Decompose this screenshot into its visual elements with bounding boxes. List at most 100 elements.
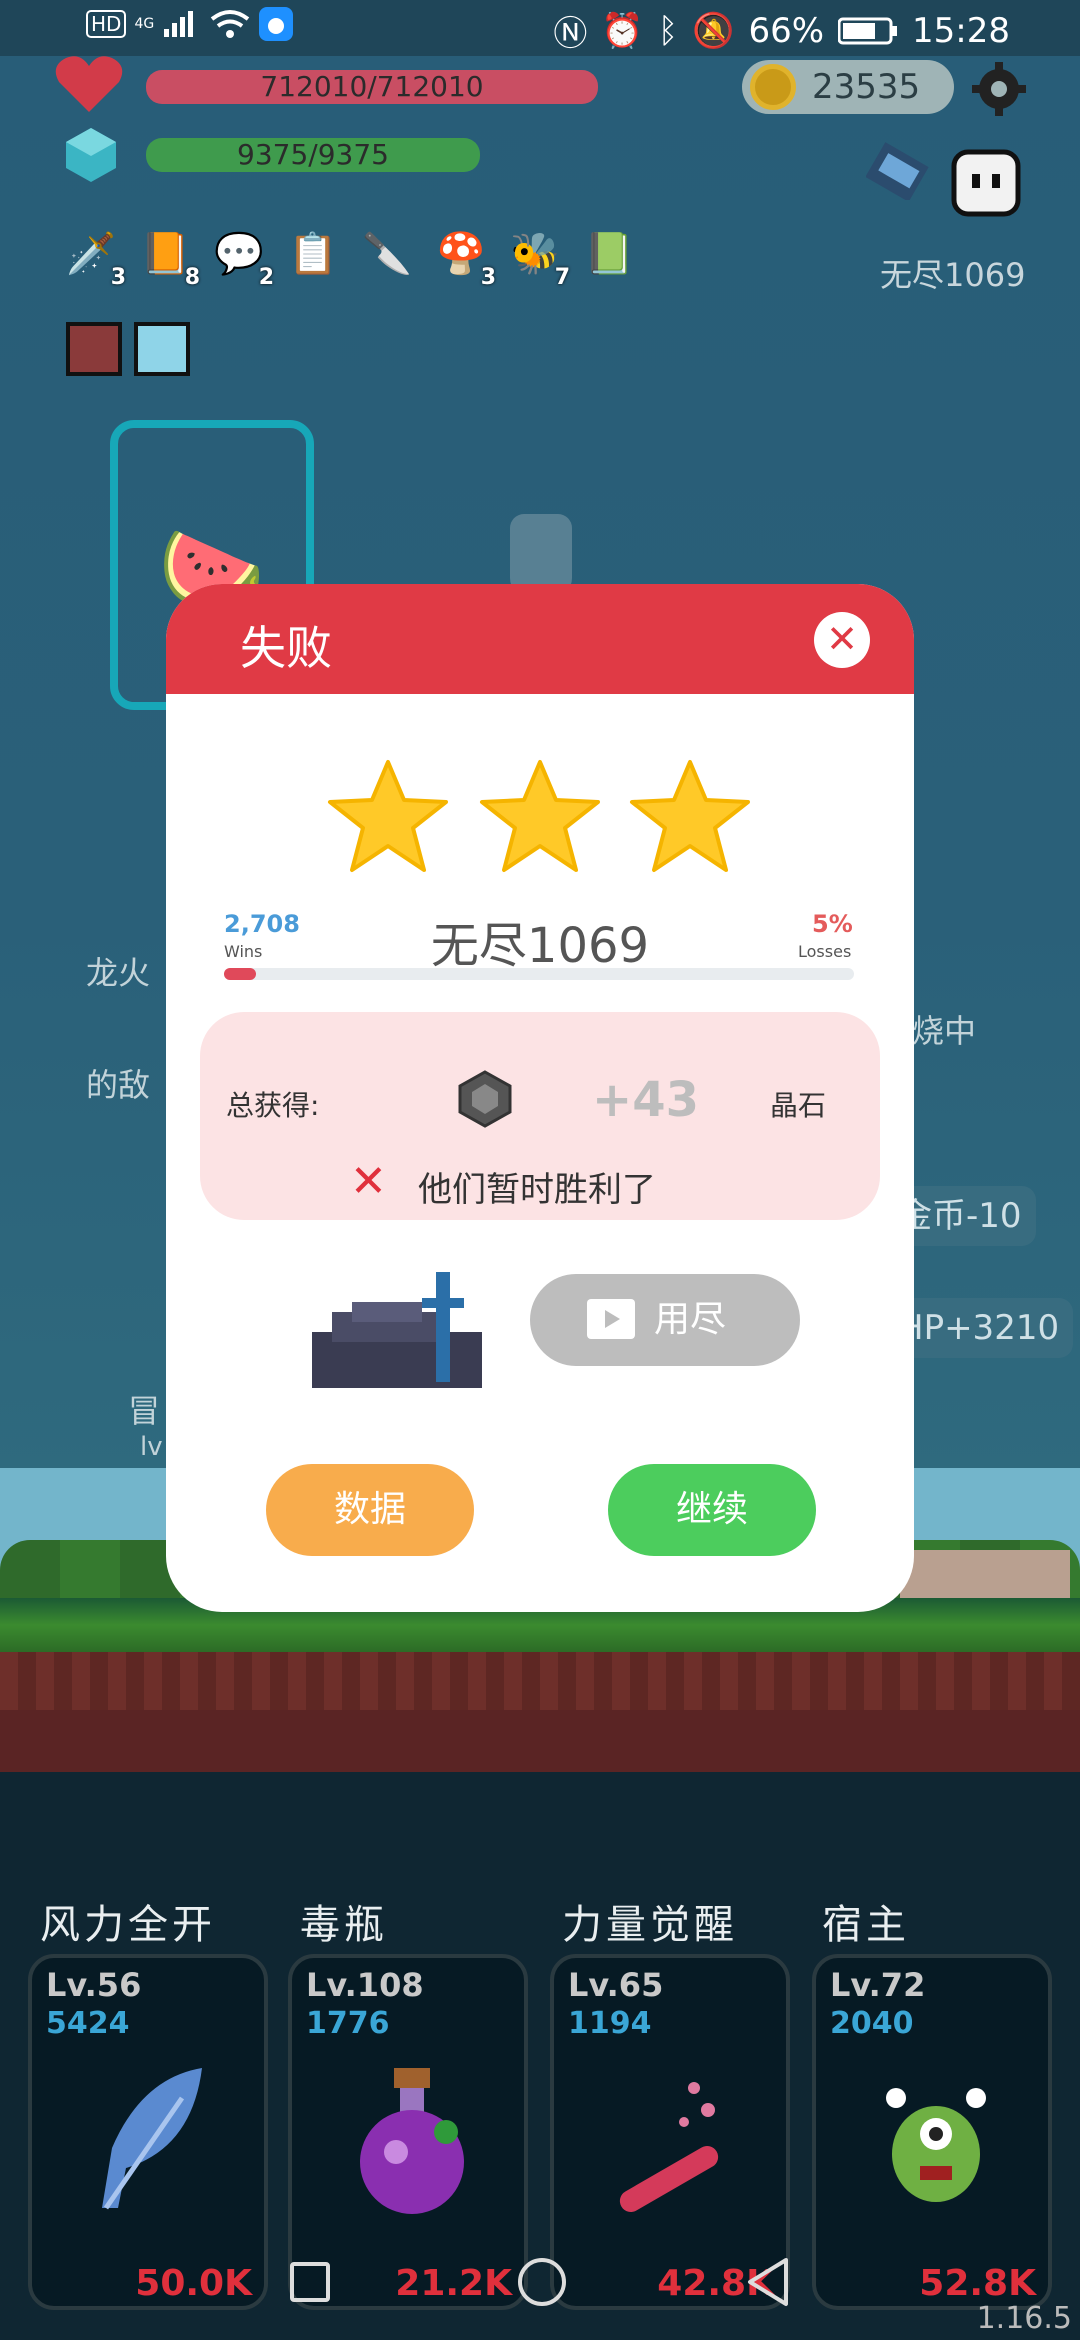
inventory-item[interactable]: 📙 8 [134,222,200,291]
inventory-item[interactable]: 🔪 [356,222,418,284]
dagger-icon: 🔪 [362,230,412,277]
inventory-item[interactable]: 🗡️ 3 [60,222,126,291]
progress-track [224,968,854,980]
background-text: 龙火 [86,954,151,992]
nfc-icon: Ⓝ [553,14,588,54]
continue-button[interactable]: 继续 [608,1464,816,1556]
home-nav-button[interactable] [518,2258,566,2306]
exhausted-label: 用尽 [654,1299,727,1340]
mp-bar: 9375/9375 [146,138,480,172]
level-name: 无尽1069 [430,918,650,974]
battery-percent: 66% [748,10,825,51]
data-button[interactable]: 数据 [266,1464,474,1556]
skill-card[interactable]: Lv.72 2040 52.8K [812,1954,1052,2310]
skill-name: 风力全开 [40,1902,216,1948]
test-tube-icon [619,2082,719,2212]
skill-level: Lv.65 [568,1966,664,2004]
star-icon [630,760,750,872]
losses-label: Losses [798,942,852,961]
hp-bar: 712010/712010 [146,70,598,104]
signal-icon [164,11,194,37]
skill-cost: 52.8K [919,2263,1036,2304]
inventory-item[interactable]: 🐝 7 [504,222,570,291]
skill-power: 2040 [830,2006,914,2041]
skill-level: Lv.108 [306,1966,424,2004]
settings-gear-icon[interactable] [970,60,1028,118]
watch-ad-button-exhausted[interactable]: 用尽 [530,1274,800,1366]
alarm-icon: ⏰ [601,10,644,51]
mute-icon: 🔕 [692,10,735,51]
inventory-item[interactable]: 📋 [282,222,344,284]
background-text: lv [140,1432,163,1462]
reward-amount: +43 [592,1072,700,1128]
app-notification-icon [259,7,294,41]
dialog-title: 失败 [240,621,332,675]
background-text: 的敌 [86,1066,151,1104]
defeat-dialog: 失败 ✕ 2,708 Wins 无尽1069 5% Losses 总获得: +4… [166,584,914,1612]
inventory-item[interactable]: 🍄 3 [430,222,496,291]
item-inventory-row: 🗡️ 3 📙 8 💬 2 📋 🔪 🍄 3 🐝 7 📗 [60,222,640,291]
battery-icon [838,17,898,44]
background-text: 冒 [128,1392,161,1430]
dirt-strip-lower [0,1710,1080,1772]
ghost-icon[interactable] [950,148,1022,218]
skill-power: 1776 [306,2006,390,2041]
card-icon: 📗 [584,230,634,277]
skill-power: 5424 [46,2006,130,2041]
monster-icon [886,2088,986,2202]
skill-power: 1194 [568,2006,652,2041]
skill-card[interactable]: Lv.56 5424 50.0K [28,1954,268,2310]
status-right: Ⓝ ⏰ ᛒ 🔕 66% 15:28 [553,6,1010,55]
fail-message: 他们暂时胜利了 [418,1170,656,1210]
endless-stage-label: 无尽1069 [880,256,1026,294]
heart-icon [55,56,123,112]
book-icon: 📙 [140,230,190,277]
close-icon: ✕ [826,617,858,661]
reward-panel: 总获得: +43 晶石 ✕ 他们暂时胜利了 [200,1012,880,1220]
reward-label: 总获得: [226,1089,320,1122]
poison-bottle-icon [360,2068,464,2214]
background-text: 烧中 [912,1012,977,1050]
video-icon [587,1299,635,1339]
close-button[interactable]: ✕ [814,612,870,668]
buff-slot-2[interactable] [134,322,190,376]
sword-icon: 🗡️ [66,230,116,277]
scroll-icon: 📋 [288,230,338,277]
clock: 15:28 [912,10,1010,51]
mushroom-icon: 🍄 [436,230,486,277]
mana-crystal-icon [66,128,116,182]
signal-label: 4G [134,16,155,32]
status-left: HD 4G [86,6,294,42]
wifi-icon [210,10,250,38]
progress-fill [224,968,256,980]
skill-name: 毒瓶 [300,1902,388,1948]
reward-unit: 晶石 [770,1089,827,1122]
crystal-gem-icon [458,1070,512,1128]
inventory-item[interactable]: 💬 2 [208,222,274,291]
status-bar: HD 4G Ⓝ ⏰ ᛒ 🔕 66% 15:28 [0,0,1080,56]
skill-level: Lv.56 [46,1966,142,2004]
monster-codex-icon[interactable] [866,142,940,200]
losses-value: 5% [812,910,853,938]
fail-x-icon: ✕ [350,1156,387,1207]
feather-icon [102,2068,202,2210]
fallen-hero-sprite [312,1272,482,1388]
star-icon [328,760,448,872]
inventory-item[interactable]: 📗 [578,222,640,284]
star-icon [480,760,600,872]
buff-slot-1[interactable] [66,322,122,376]
skill-cost: 50.0K [135,2263,252,2304]
skill-name: 宿主 [822,1902,910,1948]
hd-indicator: HD [86,10,127,38]
skill-name: 力量觉醒 [562,1902,738,1948]
skill-level: Lv.72 [830,1966,926,2004]
back-nav-button[interactable] [746,2256,790,2308]
recents-nav-button[interactable] [290,2262,330,2302]
version-label: 1.16.5 [976,2301,1072,2336]
chat-bubble-icon: 💬 [214,230,264,277]
bee-icon: 🐝 [510,230,560,277]
skill-cost: 21.2K [395,2263,512,2304]
skill-card[interactable]: Lv.108 1776 21.2K [288,1954,528,2310]
bluetooth-icon: ᛒ [657,10,679,51]
coin-icon [750,64,796,110]
